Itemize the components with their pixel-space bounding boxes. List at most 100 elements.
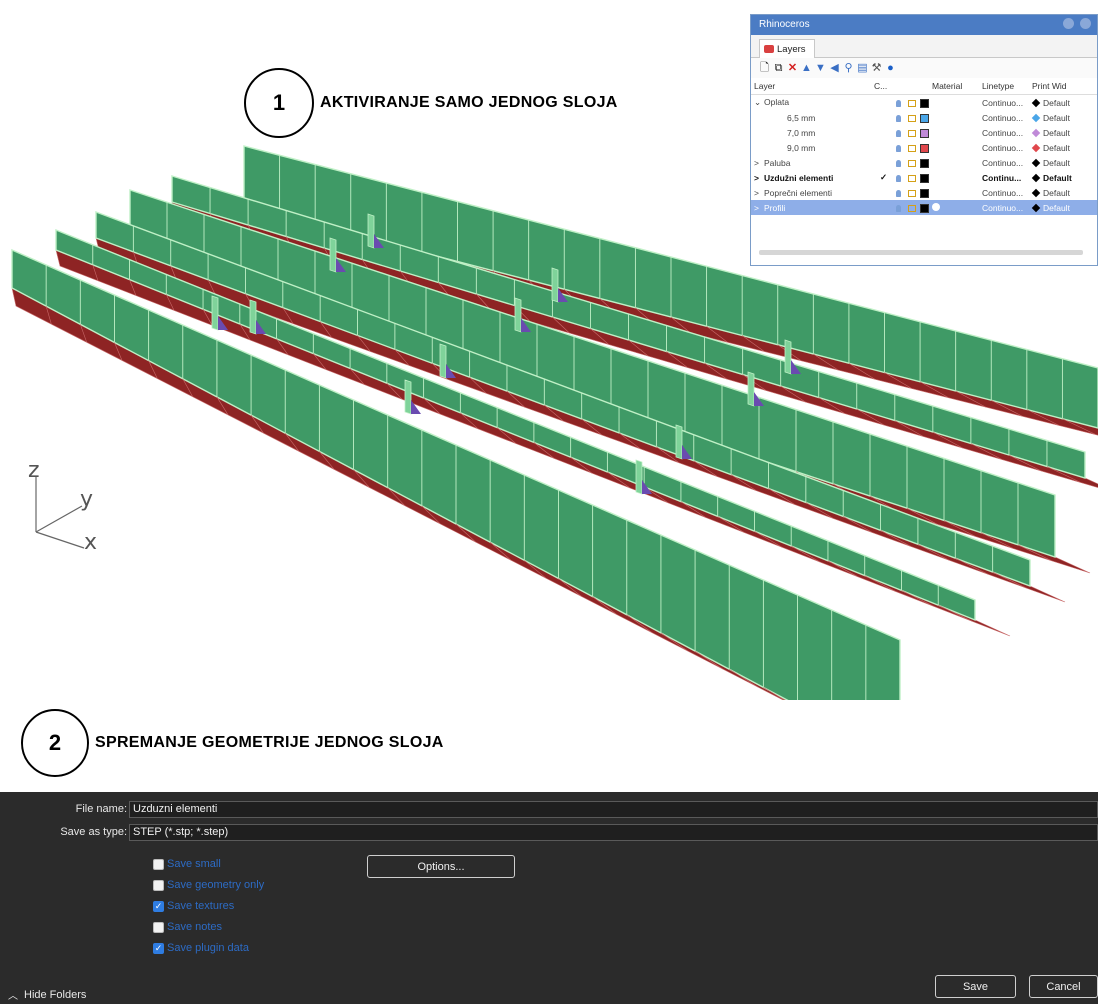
layer-linetype[interactable]: Continu... (979, 170, 1029, 185)
expander-icon[interactable]: > (754, 173, 764, 183)
move-parent-icon[interactable]: ◀ (829, 62, 840, 74)
help-icon[interactable]: ● (885, 62, 896, 74)
new-layer-icon[interactable]: 🗋 (759, 62, 770, 74)
save-as-type-select[interactable]: STEP (*.stp; *.step) (129, 824, 1098, 841)
layer-row[interactable]: ⌄ Oplata Continuo... Default (751, 95, 1097, 111)
match-icon[interactable]: ⚒ (871, 62, 882, 74)
layer-current-mark[interactable] (871, 95, 893, 111)
expander-icon[interactable]: > (754, 158, 764, 168)
layer-print-width[interactable]: Default (1043, 158, 1070, 168)
col-color[interactable] (917, 78, 929, 95)
lock-icon[interactable] (908, 99, 916, 107)
lock-icon[interactable] (908, 144, 916, 152)
checkbox[interactable]: ✓ (153, 900, 164, 912)
lightbulb-icon[interactable] (896, 144, 901, 152)
lightbulb-icon[interactable] (896, 204, 901, 212)
layer-row[interactable]: > Uzdužni elementi ✓ Continu... Default (751, 170, 1097, 185)
lock-icon[interactable] (908, 174, 916, 182)
lightbulb-icon[interactable] (896, 159, 901, 167)
checkbox[interactable] (153, 879, 164, 891)
lock-icon[interactable] (908, 189, 916, 197)
layer-color-swatch[interactable] (920, 143, 929, 153)
horizontal-scrollbar[interactable] (759, 250, 1083, 255)
layer-color-swatch[interactable] (920, 173, 929, 183)
material-swatch[interactable] (932, 143, 940, 151)
col-linetype[interactable]: Linetype (979, 78, 1029, 95)
material-swatch[interactable] (932, 158, 940, 166)
close-icon[interactable] (1080, 18, 1091, 29)
layer-print-width[interactable]: Default (1043, 113, 1070, 123)
material-swatch[interactable] (932, 173, 940, 181)
cancel-button[interactable]: Cancel (1029, 975, 1098, 998)
col-layer[interactable]: Layer (751, 78, 871, 95)
col-material[interactable]: Material (929, 78, 979, 95)
layer-row[interactable]: > Poprečni elementi Continuo... Default (751, 185, 1097, 200)
tab-layers[interactable]: Layers (759, 39, 815, 58)
save-button[interactable]: Save (935, 975, 1016, 998)
col-visible[interactable] (893, 78, 905, 95)
layer-linetype[interactable]: Continuo... (979, 95, 1029, 111)
lock-icon[interactable] (908, 159, 916, 167)
option-save-textures[interactable]: ✓ Save textures (153, 900, 234, 912)
layer-current-mark[interactable]: ✓ (871, 170, 893, 185)
material-swatch[interactable] (932, 202, 940, 211)
lightbulb-icon[interactable] (896, 99, 901, 107)
col-current[interactable]: C... (871, 78, 893, 95)
material-swatch[interactable] (932, 113, 940, 121)
new-sublayer-icon[interactable]: ⧉ (773, 62, 784, 74)
expander-icon[interactable]: ⌄ (754, 97, 764, 108)
option-save-plugin-data[interactable]: ✓ Save plugin data (153, 942, 249, 954)
delete-icon[interactable]: ✕ (787, 62, 798, 74)
layer-row[interactable]: > Paluba Continuo... Default (751, 155, 1097, 170)
layer-linetype[interactable]: Continuo... (979, 140, 1029, 155)
layer-print-width[interactable]: Default (1043, 188, 1070, 198)
layer-print-width[interactable]: Default (1043, 128, 1070, 138)
col-print-width[interactable]: Print Wid (1029, 78, 1097, 95)
layer-color-swatch[interactable] (920, 188, 929, 198)
col-lock[interactable] (905, 78, 917, 95)
checkbox[interactable] (153, 921, 164, 933)
lock-icon[interactable] (908, 129, 916, 137)
option-save-small[interactable]: Save small (153, 858, 221, 870)
hide-folders-toggle[interactable]: ︿ Hide Folders (8, 987, 86, 1003)
layer-row[interactable]: > Profili Continuo... Default (751, 200, 1097, 215)
material-swatch[interactable] (932, 188, 940, 196)
layer-current-mark[interactable] (871, 200, 893, 215)
layer-current-mark[interactable] (871, 110, 893, 125)
checkbox[interactable] (153, 858, 164, 870)
file-name-field[interactable]: Uzduzni elementi (129, 801, 1098, 818)
layer-color-swatch[interactable] (920, 158, 929, 168)
layer-tools-icon[interactable]: ▤ (857, 62, 868, 74)
option-save-notes[interactable]: Save notes (153, 921, 222, 933)
layer-row[interactable]: 7,0 mm Continuo... Default (751, 125, 1097, 140)
lightbulb-icon[interactable] (896, 189, 901, 197)
layer-current-mark[interactable] (871, 140, 893, 155)
checkbox[interactable]: ✓ (153, 942, 164, 954)
layer-color-swatch[interactable] (920, 98, 929, 108)
material-swatch[interactable] (932, 128, 940, 136)
expander-icon[interactable]: > (754, 188, 764, 198)
options-button[interactable]: Options... (367, 855, 515, 878)
lightbulb-icon[interactable] (896, 129, 901, 137)
layer-print-width[interactable]: Default (1043, 98, 1070, 108)
layer-linetype[interactable]: Continuo... (979, 110, 1029, 125)
layer-current-mark[interactable] (871, 155, 893, 170)
layers-window-titlebar[interactable]: Rhinoceros (751, 15, 1097, 35)
layer-row[interactable]: 9,0 mm Continuo... Default (751, 140, 1097, 155)
layers-panel[interactable]: Rhinoceros Layers 🗋 ⧉ ✕ ▲ ▼ ◀ ⚲ ▤ ⚒ ● La… (750, 14, 1098, 266)
settings-icon[interactable] (1063, 18, 1074, 29)
expander-icon[interactable]: > (754, 203, 764, 213)
layer-current-mark[interactable] (871, 125, 893, 140)
option-save-geometry-only[interactable]: Save geometry only (153, 879, 264, 891)
lightbulb-icon[interactable] (896, 174, 901, 182)
layer-linetype[interactable]: Continuo... (979, 200, 1029, 215)
filter-icon[interactable]: ⚲ (843, 62, 854, 74)
layer-linetype[interactable]: Continuo... (979, 125, 1029, 140)
lock-icon[interactable] (908, 114, 916, 122)
layer-current-mark[interactable] (871, 185, 893, 200)
move-down-icon[interactable]: ▼ (815, 62, 826, 74)
layer-color-swatch[interactable] (920, 203, 929, 213)
material-swatch[interactable] (932, 98, 940, 106)
layer-print-width[interactable]: Default (1043, 143, 1070, 153)
layer-color-swatch[interactable] (920, 128, 929, 138)
